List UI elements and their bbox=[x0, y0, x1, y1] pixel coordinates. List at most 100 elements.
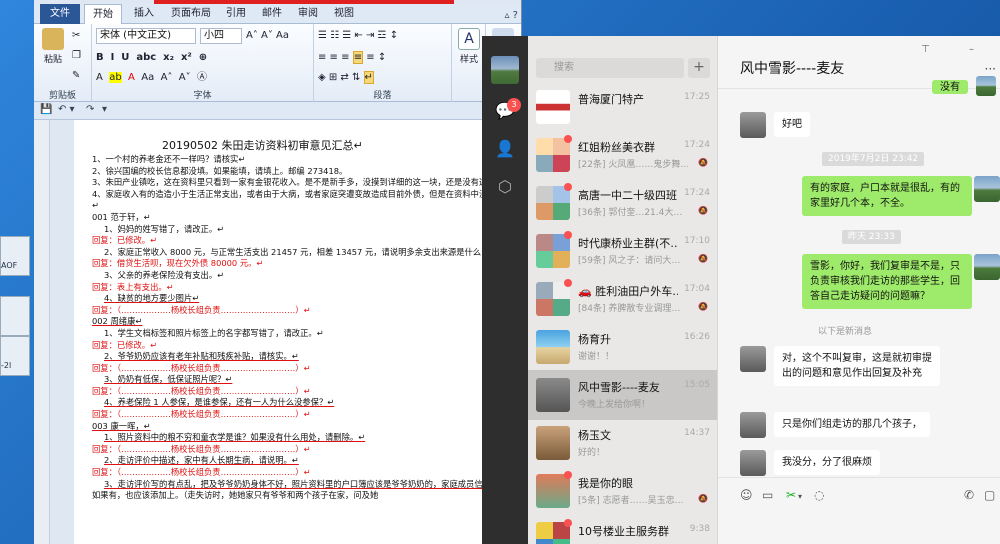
redo-icon[interactable]: ↷ bbox=[86, 104, 94, 115]
scissors-menu-icon[interactable]: ▾ bbox=[798, 492, 802, 501]
favorites-icon[interactable]: ⬡ bbox=[494, 176, 516, 198]
help-icon[interactable]: ▵ ? bbox=[504, 10, 518, 21]
my-message-avatar bbox=[974, 254, 1000, 280]
chat-list-item[interactable]: 风中雪影----麦友 今晚上发给你啊！ 15:05 bbox=[528, 370, 717, 420]
doc-line: 1、妈妈的姓写错了，请改正。↵ bbox=[104, 223, 225, 234]
scissors-icon[interactable]: ✂ bbox=[786, 488, 796, 502]
chat-list-item[interactable]: 高唐一中二十级四班 [36条] 郭付奎…21.4大… 17:24 🔕 bbox=[528, 178, 717, 228]
doc-line: 20190502 朱田走访资料初审意见汇总↵ bbox=[162, 139, 363, 152]
chat-list-item[interactable]: 时代康桥业主群(不… [59条] 风之子：请问大… 17:10 🔕 bbox=[528, 226, 717, 276]
copy-icon[interactable]: ❐ bbox=[72, 48, 81, 64]
message-bubble-mine: 雪影，你好，我们复审是不是，只负责审核我们走访的那些学生，回答自己走访疑问的问题… bbox=[802, 254, 972, 309]
my-message-avatar bbox=[974, 176, 1000, 202]
doc-line: 3、父亲的养老保险没有支出。↵ bbox=[104, 269, 225, 280]
unread-badge: 3 bbox=[507, 98, 521, 112]
doc-line: 002 周绪康↵ bbox=[92, 316, 143, 327]
doc-line: 2、徐兴国编的校长信息都没填。如果能填，请填上。邮编 273418。 bbox=[92, 165, 348, 176]
contacts-icon[interactable]: 👤 bbox=[494, 138, 516, 160]
doc-line: 4、养老保险 1 人参保，是谁参保，还有一人为什么没参保？↵ bbox=[104, 397, 335, 408]
tab-review[interactable]: 审阅 bbox=[292, 4, 324, 24]
chat-avatar bbox=[536, 474, 570, 508]
desktop-icon[interactable]: -2l bbox=[0, 336, 30, 376]
contact-avatar[interactable] bbox=[740, 346, 766, 372]
styles-icon: A bbox=[458, 28, 480, 50]
mute-icon: 🔕 bbox=[698, 302, 708, 311]
tab-file[interactable]: 文件 bbox=[40, 4, 80, 24]
chat-time: 14:37 bbox=[684, 428, 710, 438]
tab-home[interactable]: 开始 bbox=[84, 4, 122, 25]
font-name-combo[interactable]: 宋体 (中文正文) bbox=[96, 28, 196, 44]
clipboard-label: 剪贴板 bbox=[48, 91, 76, 101]
chat-list: ⌕ 搜索 + 普海厦门特产17:25红姐粉丝美衣群[22条] 火凤凰……鬼步舞…… bbox=[528, 36, 718, 544]
window-controls[interactable]: ⊤ – bbox=[921, 44, 992, 55]
align-icons[interactable]: ≡ ≡ ≡ ≡ ≡ ↕ bbox=[318, 50, 448, 66]
chat-panel: ⊤ – ··· 风中雪影----麦友 没有 好吧 2019年7月2日 23:42… bbox=[718, 36, 1000, 544]
chat-name: 10号楼业主服务群 bbox=[578, 525, 669, 538]
add-button[interactable]: + bbox=[688, 58, 710, 78]
my-avatar[interactable] bbox=[491, 56, 519, 84]
chat-name: 普海厦门特产 bbox=[578, 93, 644, 106]
font-size-combo[interactable]: 小四 bbox=[200, 28, 242, 44]
chat-name: 风中雪影----麦友 bbox=[578, 381, 660, 394]
folder-icon[interactable]: ▭ bbox=[762, 488, 773, 502]
doc-line: 回复：（………………杨校长组负责………………………）↵ bbox=[92, 467, 311, 478]
chat-preview: 今晚上发给你啊！ bbox=[578, 400, 651, 410]
more-icon[interactable]: ··· bbox=[985, 62, 996, 76]
tab-references[interactable]: 引用 bbox=[220, 4, 252, 24]
doc-line: 2、家庭正常收入 8000 元，与正常生活支出 21457 元，相差 13457… bbox=[104, 246, 521, 257]
mute-icon: 🔕 bbox=[698, 158, 708, 167]
unread-dot bbox=[564, 183, 572, 191]
styles-button[interactable]: A 样式 bbox=[454, 26, 484, 65]
chat-name: 时代康桥业主群(不… bbox=[578, 237, 678, 250]
vertical-ruler bbox=[34, 120, 50, 544]
emoji-icon[interactable]: ☺ bbox=[740, 488, 753, 502]
document-page[interactable]: 20190502 朱田走访资料初审意见汇总↵ 1、一个村的养老金还不一样吗？请核实… bbox=[74, 120, 521, 544]
tab-view[interactable]: 视图 bbox=[328, 4, 360, 24]
chat-list-item[interactable]: 10号楼业主服务群 9:38 bbox=[528, 514, 717, 544]
chat-time: 9:38 bbox=[689, 524, 710, 534]
chat-list-item[interactable]: 我是你的眼 [5条] 志愿者……吴玉忠… 🔕 bbox=[528, 466, 717, 516]
save-icon[interactable]: 💾 bbox=[40, 104, 52, 115]
font-format-icons[interactable]: B I U abc x₂ x² ⊕ bbox=[96, 50, 306, 66]
doc-line: 如果有，也应该添加上。（走失访时，她她家只有爷爷和两个孩子在家，问及她 bbox=[92, 490, 379, 501]
chat-bubble-icon[interactable]: ◌ bbox=[814, 488, 824, 502]
chat-list-item[interactable]: 🚗 胜利油田户外车… [84条] 养脾散专业调理… 17:04 🔕 bbox=[528, 274, 717, 324]
format-painter-icon[interactable]: ✎ bbox=[72, 68, 80, 84]
chat-list-item[interactable]: 杨玉文 好的！ 14:37 bbox=[528, 418, 717, 468]
doc-line: 回复：（………………杨校长组负责………………………）↵ bbox=[92, 362, 311, 373]
message-bubble-contact: 我没分，分了很麻烦 bbox=[774, 450, 880, 475]
cut-icon[interactable]: ✂ bbox=[72, 28, 80, 44]
unread-dot bbox=[564, 279, 572, 287]
chat-list-item[interactable]: 杨育升 谢谢！！ 16:26 bbox=[528, 322, 717, 372]
search-input[interactable]: 搜索 bbox=[536, 58, 684, 78]
contact-avatar[interactable] bbox=[740, 450, 766, 476]
video-icon[interactable]: ▢ bbox=[984, 488, 995, 502]
clipboard-group: 粘贴 ✂ ❐ ✎ 剪贴板 bbox=[34, 24, 92, 102]
shading-border-icons[interactable]: ◈ ⊞ ⇄ ⇅ ↵ bbox=[318, 70, 448, 86]
chat-list-item[interactable]: 普海厦门特产 17:25 bbox=[528, 82, 717, 132]
doc-line: 1、照片资料中的粮不穷和童衣学是谁？如果没有什么用处，请删除。↵ bbox=[104, 432, 366, 443]
chat-preview: 谢谢！！ bbox=[578, 352, 615, 362]
font-color-icons[interactable]: A ab A Aa A˄ A˅ Ⓐ bbox=[96, 70, 306, 86]
phone-icon[interactable]: ✆ bbox=[964, 488, 974, 502]
grow-shrink-font-icon[interactable]: A˄ A˅ Aa bbox=[246, 28, 306, 44]
doc-line: 2、爷爷奶奶应该有老年补贴和残疾补贴，请核实。↵ bbox=[104, 351, 299, 362]
tab-mailings[interactable]: 邮件 bbox=[256, 4, 288, 24]
chat-list-item[interactable]: 红姐粉丝美衣群 [22条] 火凤凰……鬼步舞… 17:24 🔕 bbox=[528, 130, 717, 180]
unread-dot bbox=[564, 471, 572, 479]
desktop-icon[interactable] bbox=[0, 296, 30, 336]
tab-insert[interactable]: 插入 bbox=[126, 4, 162, 24]
desktop-icon[interactable]: AOF bbox=[0, 236, 30, 276]
contact-avatar[interactable] bbox=[740, 112, 766, 138]
tab-page-layout[interactable]: 页面布局 bbox=[166, 4, 216, 24]
mute-icon: 🔕 bbox=[698, 206, 708, 215]
word-window: 文件 开始 插入 页面布局 引用 邮件 审阅 视图 ▵ ? 粘贴 ✂ ❐ ✎ 剪… bbox=[34, 0, 522, 544]
chat-title: 风中雪影----麦友 bbox=[740, 61, 845, 77]
font-label: 字体 bbox=[193, 91, 212, 101]
undo-icon[interactable]: ↶ ▾ bbox=[58, 104, 75, 115]
contact-avatar[interactable] bbox=[740, 412, 766, 438]
paste-button[interactable]: 粘贴 bbox=[38, 26, 68, 65]
ribbon-tabs: 文件 开始 插入 页面布局 引用 邮件 审阅 视图 ▵ ? bbox=[34, 4, 521, 25]
list-icons[interactable]: ☰ ☷ ☰ ⇤ ⇥ ☲ ↕ bbox=[318, 28, 448, 44]
qat-more-icon[interactable]: ▾ bbox=[102, 104, 107, 115]
